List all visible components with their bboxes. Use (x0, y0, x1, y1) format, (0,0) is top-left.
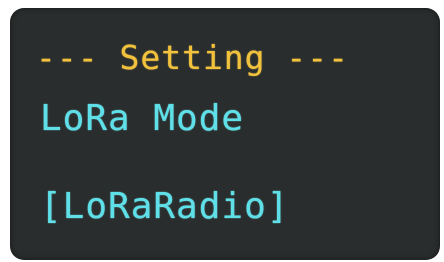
setting-value-selector[interactable]: [LoRaRadio] (40, 186, 289, 227)
screen-header-title: --- Setting --- (36, 38, 350, 77)
setting-name-label: LoRa Mode (40, 98, 245, 139)
device-frame: --- Setting --- LoRa Mode [LoRaRadio] (0, 0, 444, 262)
oled-screen: --- Setting --- LoRa Mode [LoRaRadio] (10, 8, 440, 260)
